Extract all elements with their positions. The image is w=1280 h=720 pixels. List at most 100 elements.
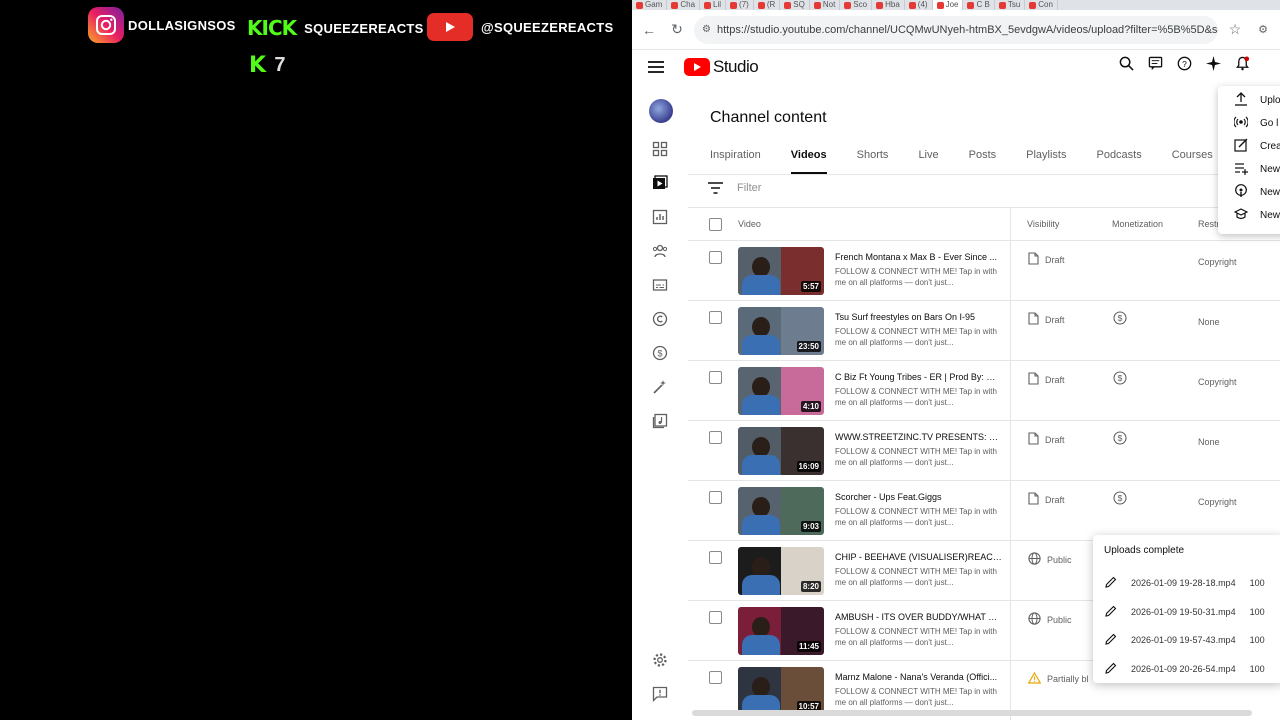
community-icon[interactable] <box>648 239 672 263</box>
browser-tab[interactable]: Hba <box>872 0 905 10</box>
audio-library-icon[interactable] <box>648 409 672 433</box>
feedback-icon[interactable] <box>1146 54 1164 72</box>
create-menu-item[interactable]: New <box>1234 184 1280 201</box>
dashboard-icon[interactable] <box>648 137 672 161</box>
row-checkbox[interactable] <box>709 311 722 324</box>
video-title[interactable]: Scorcher - Ups Feat.Giggs <box>835 492 1003 502</box>
send-feedback-icon[interactable] <box>648 682 672 706</box>
browser-tab[interactable]: (4) <box>905 0 933 10</box>
content-icon[interactable] <box>648 171 672 195</box>
video-thumbnail[interactable]: 8:20 <box>738 547 824 595</box>
video-thumbnail[interactable]: 11:45 <box>738 607 824 655</box>
row-checkbox[interactable] <box>709 611 722 624</box>
browser-tab[interactable]: Tsu <box>995 0 1026 10</box>
visibility-cell[interactable]: Public <box>1028 552 1072 567</box>
upload-row[interactable]: 2026-01-09 19-57-43.mp4 100 <box>1105 633 1265 647</box>
video-thumbnail[interactable]: 23:50 <box>738 307 824 355</box>
customization-icon[interactable] <box>648 375 672 399</box>
video-title[interactable]: AMBUSH - ITS OVER BUDDY/WHAT W... <box>835 612 1003 622</box>
create-icon[interactable] <box>1262 54 1280 72</box>
browser-tab[interactable]: Sco <box>840 0 873 10</box>
table-row[interactable]: 4:10 C Biz Ft Young Tribes - ER | Prod By… <box>688 360 1280 420</box>
filter-icon[interactable] <box>708 182 723 194</box>
earn-icon[interactable]: $ <box>648 341 672 365</box>
create-menu-item[interactable]: New <box>1234 161 1280 178</box>
upload-row[interactable]: 2026-01-09 20-26-54.mp4 100 <box>1105 662 1265 676</box>
video-title[interactable]: Tsu Surf freestyles on Bars On I-95 <box>835 312 1003 322</box>
upload-row[interactable]: 2026-01-09 19-50-31.mp4 100 <box>1105 605 1265 619</box>
visibility-cell[interactable]: Draft <box>1028 492 1065 507</box>
row-checkbox[interactable] <box>709 251 722 264</box>
video-thumbnail[interactable]: 4:10 <box>738 367 824 415</box>
sparkle-icon[interactable] <box>1204 54 1222 72</box>
browser-tab[interactable]: Cha <box>667 0 701 10</box>
column-video[interactable]: Video <box>738 219 761 229</box>
video-thumbnail[interactable]: 9:03 <box>738 487 824 535</box>
site-info-icon[interactable]: ⚙ <box>702 24 711 35</box>
visibility-cell[interactable]: Public <box>1028 612 1072 627</box>
table-row[interactable]: 23:50 Tsu Surf freestyles on Bars On I-95… <box>688 300 1280 360</box>
browser-tab[interactable]: Con <box>1025 0 1058 10</box>
tab-posts[interactable]: Posts <box>969 149 997 174</box>
visibility-cell[interactable]: Draft <box>1028 252 1065 267</box>
column-monetization[interactable]: Monetization <box>1112 219 1163 229</box>
url-bar[interactable]: ⚙ https://studio.youtube.com/channel/UCQ… <box>694 15 1218 44</box>
copyright-icon[interactable] <box>648 307 672 331</box>
select-all-checkbox[interactable] <box>709 218 722 231</box>
tab-shorts[interactable]: Shorts <box>857 149 889 174</box>
row-checkbox[interactable] <box>709 671 722 684</box>
table-row[interactable]: 9:03 Scorcher - Ups Feat.Giggs FOLLOW & CO… <box>688 480 1280 540</box>
reload-icon[interactable]: ↻ <box>666 19 688 41</box>
create-menu-item[interactable]: Uplo <box>1234 92 1280 109</box>
studio-logo[interactable]: Studio <box>684 57 759 77</box>
row-checkbox[interactable] <box>709 371 722 384</box>
browser-tab[interactable]: (7) <box>726 0 754 10</box>
upload-row[interactable]: 2026-01-09 19-28-18.mp4 100 <box>1105 576 1265 590</box>
table-row[interactable]: 5:57 French Montana x Max B - Ever Since … <box>688 240 1280 300</box>
visibility-cell[interactable]: Draft <box>1028 432 1065 447</box>
monetization-icon[interactable]: $ <box>1113 431 1127 450</box>
tab-podcasts[interactable]: Podcasts <box>1096 149 1141 174</box>
video-thumbnail[interactable]: 5:57 <box>738 247 824 295</box>
tab-live[interactable]: Live <box>918 149 938 174</box>
monetization-icon[interactable]: $ <box>1113 311 1127 330</box>
create-menu-item[interactable]: New <box>1233 207 1280 224</box>
browser-tab[interactable]: Joe <box>932 0 964 10</box>
row-checkbox[interactable] <box>709 491 722 504</box>
video-title[interactable]: CHIP - BEEHAVE (VISUALISER)REACTI... <box>835 552 1003 562</box>
tab-playlists[interactable]: Playlists <box>1026 149 1066 174</box>
menu-icon[interactable] <box>644 55 668 79</box>
video-title[interactable]: Marnz Malone - Nana's Veranda (Offici... <box>835 672 1003 682</box>
horizontal-scrollbar[interactable] <box>692 710 1252 716</box>
browser-tab[interactable]: Not <box>810 0 841 10</box>
analytics-icon[interactable] <box>648 205 672 229</box>
help-icon[interactable]: ? <box>1175 54 1193 72</box>
video-title[interactable]: WWW.STREETZINC.TV PRESENTS: Vo... <box>835 432 1003 442</box>
browser-tab[interactable]: Lil <box>700 0 727 10</box>
column-visibility[interactable]: Visibility <box>1027 219 1059 229</box>
video-thumbnail[interactable]: 16:09 <box>738 427 824 475</box>
browser-tab[interactable]: Gam <box>632 0 668 10</box>
edit-pencil-icon[interactable] <box>1105 605 1117 619</box>
monetization-icon[interactable]: $ <box>1113 371 1127 390</box>
browser-tab[interactable]: C B <box>963 0 995 10</box>
notifications-icon[interactable] <box>1233 54 1251 72</box>
edit-pencil-icon[interactable] <box>1105 633 1117 647</box>
table-row[interactable]: 16:09 WWW.STREETZINC.TV PRESENTS: Vo... FO… <box>688 420 1280 480</box>
bookmark-star-icon[interactable]: ☆ <box>1224 19 1246 41</box>
tab-inspiration[interactable]: Inspiration <box>710 149 761 174</box>
row-checkbox[interactable] <box>709 551 722 564</box>
column-restrictions[interactable]: Restr <box>1198 219 1220 229</box>
browser-tab[interactable]: SQ <box>780 0 810 10</box>
visibility-cell[interactable]: Draft <box>1028 372 1065 387</box>
search-icon[interactable] <box>1117 54 1135 72</box>
filter-bar[interactable]: Filter <box>708 182 761 194</box>
video-title[interactable]: C Biz Ft Young Tribes - ER | Prod By: @.… <box>835 372 1003 382</box>
edit-pencil-icon[interactable] <box>1105 662 1117 676</box>
subtitles-icon[interactable] <box>648 273 672 297</box>
back-icon[interactable]: ← <box>638 19 660 41</box>
create-menu-item[interactable]: Crea <box>1234 138 1280 155</box>
row-checkbox[interactable] <box>709 431 722 444</box>
video-thumbnail[interactable]: 10:57 <box>738 667 824 715</box>
video-title[interactable]: French Montana x Max B - Ever Since ... <box>835 252 1003 262</box>
